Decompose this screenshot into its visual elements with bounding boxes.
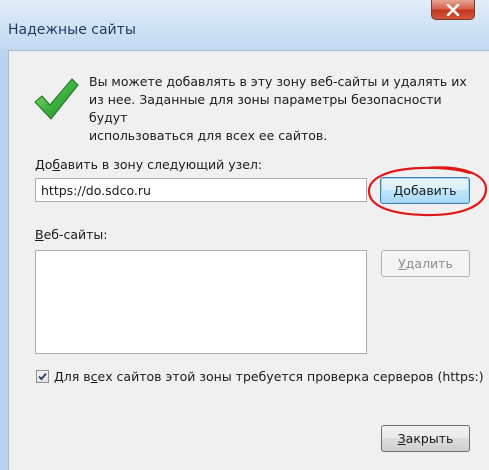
require-https-label-post: ех сайтов этой зоны требуется проверка с… (97, 369, 484, 384)
trusted-sites-dialog: Надежные сайты Вы можете добавлять в эту… (0, 0, 489, 470)
close-button[interactable]: Закрыть (381, 425, 470, 452)
websites-list[interactable] (35, 250, 367, 354)
add-zone-label-accel: б (52, 157, 61, 172)
require-https-option[interactable]: Для всех сайтов этой зоны требуется пров… (36, 369, 484, 384)
add-button[interactable]: Добавить (380, 177, 470, 204)
require-https-checkbox[interactable] (36, 370, 49, 383)
require-https-label-pre: Для в (54, 369, 91, 384)
checkmark-icon (38, 372, 47, 381)
require-https-label-accel: с (90, 369, 98, 384)
require-https-label: Для всех сайтов этой зоны требуется пров… (54, 369, 484, 384)
websites-label-accel: В (35, 227, 44, 242)
close-button-accel: З (397, 431, 406, 446)
window-title: Надежные сайты (8, 22, 136, 38)
add-zone-label-pre: До (35, 157, 53, 172)
green-checkmark-icon (34, 78, 79, 120)
websites-label-post: еб-сайты: (43, 227, 108, 242)
info-text: Вы можете добавлять в эту зону веб-сайты… (89, 74, 467, 143)
site-url-input[interactable] (35, 178, 367, 202)
close-button-label: акрыть (405, 431, 454, 446)
add-zone-label: Добавить в зону следующий узел: (35, 157, 262, 172)
add-zone-label-post: авить в зону следующий узел: (60, 157, 263, 172)
remove-button[interactable]: Удалить (381, 250, 470, 277)
title-bar[interactable]: Надежные сайты (0, 0, 489, 50)
websites-label: Веб-сайты: (35, 227, 108, 242)
remove-button-label: далить (405, 256, 453, 271)
remove-button-accel: У (398, 256, 406, 271)
window-close-button[interactable] (431, 0, 475, 20)
close-icon (446, 3, 460, 16)
